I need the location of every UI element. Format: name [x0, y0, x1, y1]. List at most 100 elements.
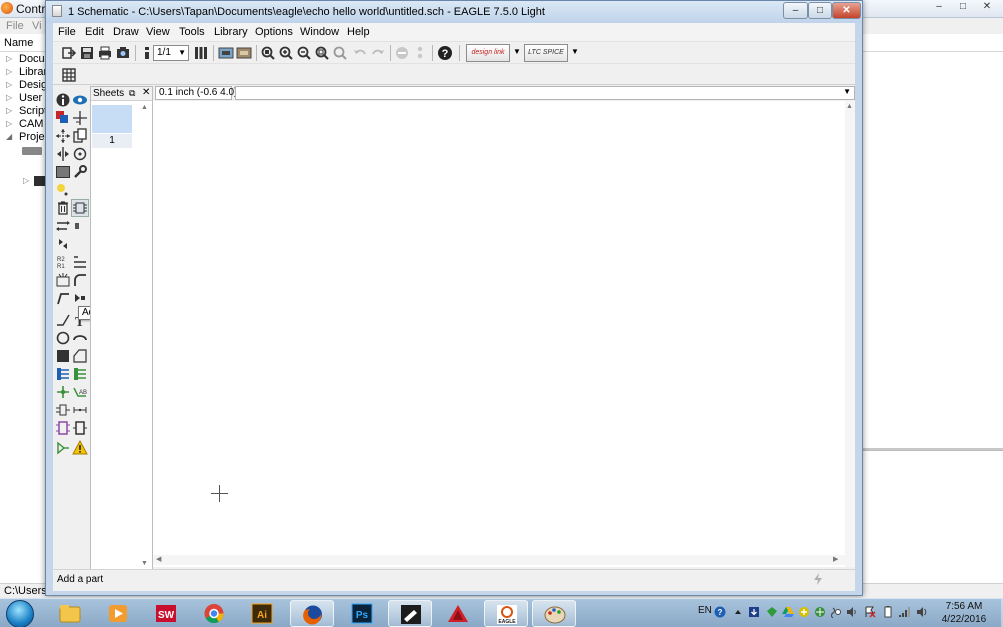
taskbar-solidworks[interactable]: SW [144, 600, 188, 627]
label-icon[interactable]: AB [72, 384, 88, 400]
menu-window[interactable]: Window [300, 26, 339, 38]
eagle-titlebar[interactable]: 1 Schematic - C:\Users\Tapan\Documents\e… [46, 1, 862, 23]
zoom-select-icon[interactable] [314, 45, 330, 61]
chevron-down-icon[interactable]: ▼ [571, 48, 579, 56]
schematic-canvas[interactable]: ▲ ▼ [153, 101, 855, 567]
minimize-button[interactable]: – [783, 2, 808, 19]
move-icon[interactable] [55, 128, 71, 144]
zoom-in-icon[interactable] [278, 45, 294, 61]
redraw-icon[interactable] [332, 45, 348, 61]
menu-tools[interactable]: Tools [179, 26, 205, 38]
maximize-button[interactable]: □ [808, 2, 832, 19]
copy-icon[interactable] [72, 128, 88, 144]
group-icon[interactable] [55, 164, 71, 180]
sheet-thumbnail[interactable] [92, 105, 132, 133]
volume-icon[interactable] [916, 606, 928, 618]
menu-draw[interactable]: Draw [113, 26, 139, 38]
close-button[interactable]: ✕ [832, 2, 861, 19]
miter-icon[interactable] [72, 272, 88, 288]
show-icon[interactable] [72, 92, 88, 108]
value-icon[interactable] [72, 254, 88, 270]
tree-item-libraries[interactable]: ▷ Librar [0, 66, 48, 79]
net-icon[interactable] [72, 366, 88, 382]
use-library-icon[interactable] [193, 45, 209, 61]
attribute-icon[interactable] [55, 402, 71, 418]
clock-date[interactable]: 4/22/2016 [940, 614, 988, 625]
name-icon[interactable]: R2 R1 [55, 254, 71, 270]
ltspice-button[interactable]: LTC SPICE [524, 44, 568, 62]
change-wrench-icon[interactable] [72, 164, 88, 180]
scroll-up-icon[interactable]: ▲ [141, 104, 148, 111]
bus-icon[interactable] [55, 366, 71, 382]
expand-arrow-icon[interactable]: ▷ [6, 54, 12, 63]
scroll-left-icon[interactable]: ◀ [156, 555, 161, 563]
taskbar-chrome[interactable] [192, 600, 236, 627]
sheet-number[interactable]: 1 [92, 134, 132, 148]
command-line-input[interactable]: ▼ [235, 86, 855, 100]
expand-arrow-icon[interactable]: ▷ [6, 119, 12, 128]
background-maximize-button[interactable]: □ [951, 1, 975, 15]
tree-item-design-blocks[interactable]: ▷ Desig [0, 79, 48, 92]
tree-item-documentation[interactable]: ▷ Docu [0, 53, 48, 66]
chevron-down-icon[interactable]: ▼ [843, 87, 851, 96]
tree-item-projects[interactable]: ◢ Projec [0, 131, 48, 144]
polygon-icon[interactable] [72, 348, 88, 364]
background-menu-file[interactable]: File [6, 20, 24, 32]
start-button[interactable] [6, 600, 34, 627]
taskbar-media-player[interactable] [96, 600, 140, 627]
module-icon[interactable] [55, 420, 71, 436]
scroll-up-icon[interactable]: ▲ [846, 103, 853, 110]
mirror-icon[interactable] [55, 146, 71, 162]
tree-item-user-language[interactable]: ▷User L [0, 92, 48, 105]
language-indicator[interactable]: EN [698, 605, 712, 616]
info-icon[interactable] [55, 92, 71, 108]
paste-icon[interactable] [55, 182, 71, 198]
chevron-down-icon[interactable]: ▼ [513, 48, 521, 56]
design-link-button[interactable]: design link [466, 44, 510, 62]
name-column-header[interactable]: Name [4, 37, 33, 49]
rectangle-icon[interactable] [55, 348, 71, 364]
stop-icon[interactable] [394, 45, 410, 61]
chevron-up-icon[interactable] [732, 606, 744, 618]
sync-tray-icon[interactable] [798, 606, 810, 618]
taskbar-inkscape[interactable] [388, 600, 432, 627]
add-part-icon[interactable] [71, 199, 89, 217]
collapse-arrow-icon[interactable]: ◢ [6, 132, 12, 141]
taskbar-illustrator[interactable]: Ai [240, 600, 284, 627]
open-icon[interactable] [61, 45, 77, 61]
menu-options[interactable]: Options [255, 26, 293, 38]
background-close-button[interactable]: ✕ [975, 1, 999, 15]
grid-icon[interactable] [61, 67, 77, 83]
taskbar-eagle[interactable]: EAGLE [484, 600, 528, 627]
delete-icon[interactable] [55, 200, 71, 216]
rotate-icon[interactable] [72, 146, 88, 162]
sheet-select[interactable]: 1/1 ▼ [153, 45, 189, 61]
expand-arrow-icon[interactable]: ▷ [6, 67, 12, 76]
menu-help[interactable]: Help [347, 26, 370, 38]
wire-icon[interactable] [55, 312, 71, 328]
lightning-icon[interactable] [812, 573, 824, 585]
expand-arrow-icon[interactable]: ▷ [6, 80, 12, 89]
menu-library[interactable]: Library [214, 26, 248, 38]
undo-icon[interactable] [352, 45, 368, 61]
background-minimize-button[interactable]: – [927, 1, 951, 15]
background-menu-view[interactable]: Vi [32, 20, 42, 32]
gateswap-icon[interactable] [72, 218, 88, 234]
expand-arrow-icon[interactable]: ▷ [23, 176, 29, 185]
battery-icon[interactable] [882, 606, 894, 618]
menu-view[interactable]: View [146, 26, 170, 38]
board-icon[interactable] [218, 45, 234, 61]
circle-icon[interactable] [55, 330, 71, 346]
wifi-signal-icon[interactable] [898, 606, 910, 618]
help-icon[interactable]: ? [437, 45, 453, 61]
speaker-icon[interactable] [846, 606, 858, 618]
smash-icon[interactable] [55, 272, 71, 288]
taskbar-autocad[interactable] [436, 600, 480, 627]
junction-icon[interactable] [55, 384, 71, 400]
split-icon[interactable] [55, 290, 71, 306]
redo-icon[interactable] [370, 45, 386, 61]
scroll-down-icon[interactable]: ▼ [141, 560, 148, 567]
errors-warning-icon[interactable] [72, 440, 88, 456]
save-icon[interactable] [79, 45, 95, 61]
print-icon[interactable] [97, 45, 113, 61]
